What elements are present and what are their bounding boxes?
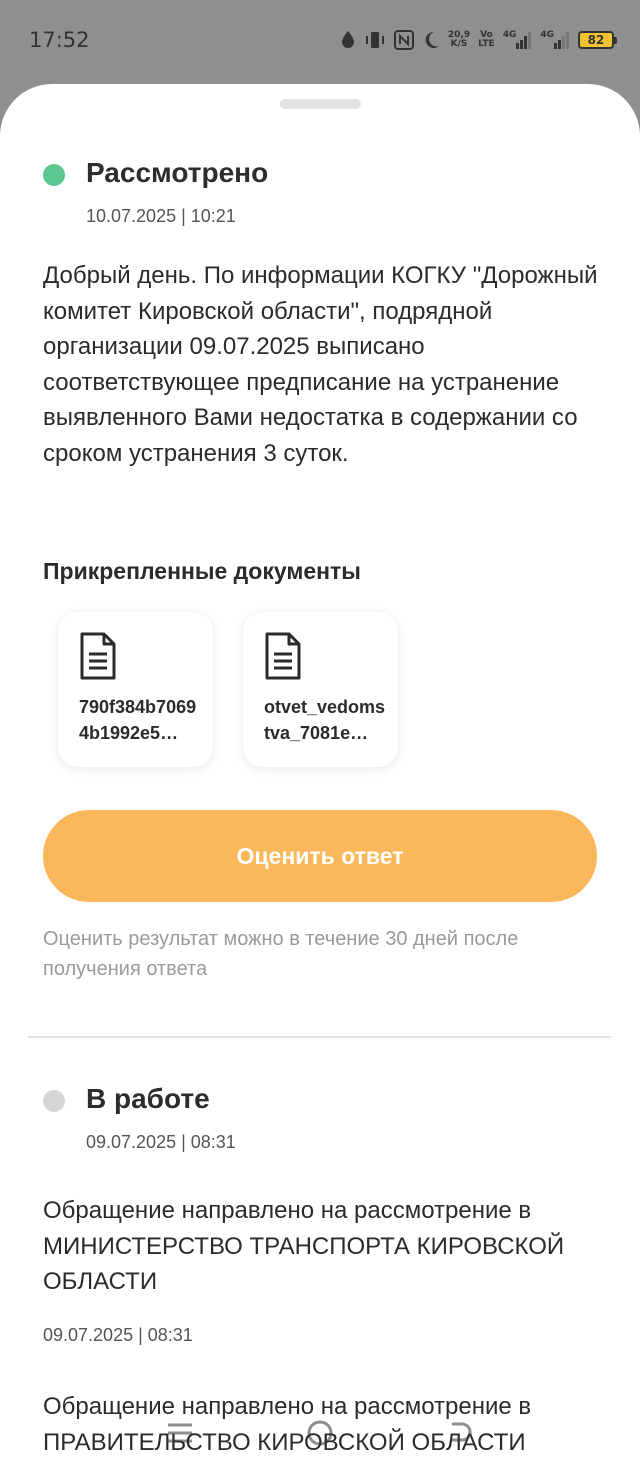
status-time: 17:52 bbox=[29, 28, 90, 52]
message-date: 09.07.2025 | 08:31 bbox=[43, 1325, 193, 1345]
signal-icon-1: 4G bbox=[503, 31, 533, 49]
drag-handle[interactable] bbox=[280, 99, 361, 109]
status-indicator-reviewed bbox=[43, 164, 65, 186]
document-icon bbox=[265, 632, 301, 680]
divider bbox=[28, 1036, 611, 1038]
battery-icon: 82 bbox=[578, 31, 617, 49]
document-card-1[interactable]: 790f384b70694b1992e5… bbox=[58, 612, 213, 767]
system-status-bar: 17:52 20,9 K/S Vo LTE 4G 4G 82 bbox=[0, 0, 640, 84]
rate-answer-button[interactable]: Оценить ответ bbox=[43, 810, 597, 902]
data-saver-icon bbox=[340, 30, 356, 50]
rate-hint: Оценить результат можно в течение 30 дне… bbox=[43, 928, 519, 980]
nfc-icon bbox=[393, 30, 414, 50]
status-date: 09.07.2025 | 08:31 bbox=[86, 1132, 236, 1152]
status-dot-gray bbox=[43, 1090, 65, 1112]
message-text: Обращение направлено на рассмотрение в М… bbox=[43, 1197, 565, 1295]
status-dot-green bbox=[43, 164, 65, 186]
response-text: Добрый день. По информации КОГКУ "Дорожн… bbox=[43, 262, 598, 467]
status-indicator-in-progress bbox=[43, 1090, 65, 1112]
menu-icon[interactable] bbox=[166, 1422, 194, 1444]
status-title: В работе bbox=[86, 1083, 210, 1114]
status-icons: 20,9 K/S Vo LTE 4G 4G 82 bbox=[340, 26, 617, 54]
signal-icon-2: 4G bbox=[540, 31, 570, 49]
system-navigation-bar bbox=[0, 1408, 640, 1458]
bottom-sheet: Рассмотрено 10.07.2025 | 10:21 Добрый де… bbox=[0, 84, 640, 1458]
status-date: 10.07.2025 | 10:21 bbox=[86, 206, 236, 226]
document-name: 790f384b70694b1992e5… bbox=[79, 697, 197, 743]
do-not-disturb-moon-icon bbox=[422, 30, 440, 50]
document-icon bbox=[80, 632, 116, 680]
status-title: Рассмотрено bbox=[86, 157, 269, 188]
volte-indicator: Vo LTE bbox=[478, 30, 495, 49]
home-icon[interactable] bbox=[306, 1419, 334, 1447]
vibrate-icon bbox=[364, 30, 386, 50]
net-speed: 20,9 K/S bbox=[447, 30, 471, 49]
attached-documents-title: Прикрепленные документы bbox=[43, 558, 361, 584]
document-card-2[interactable]: otvet_vedomstva_7081e… bbox=[243, 612, 398, 767]
back-icon[interactable] bbox=[446, 1421, 474, 1445]
document-name: otvet_vedomstva_7081e… bbox=[264, 697, 386, 743]
